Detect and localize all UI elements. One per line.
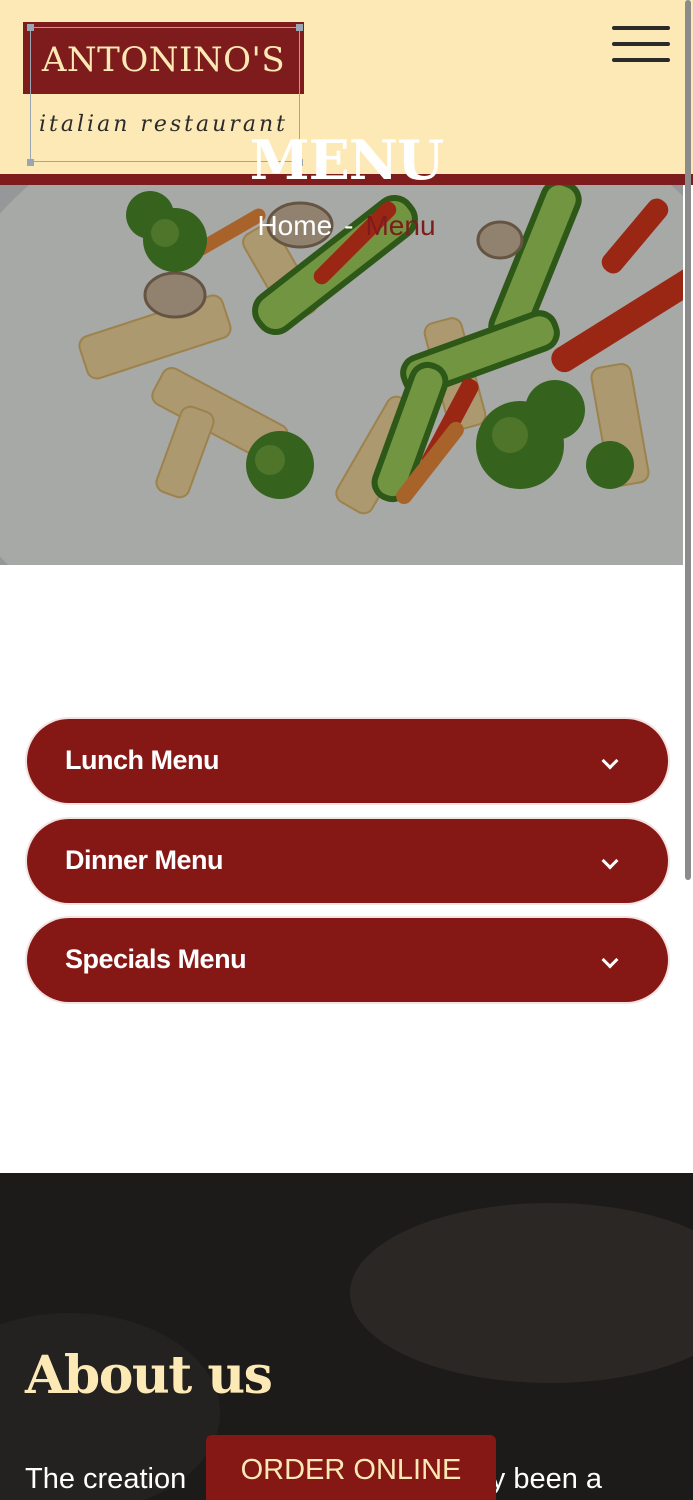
accordion-dinner-menu[interactable]: Dinner Menu [27, 819, 668, 903]
breadcrumb-current: Menu [365, 210, 436, 241]
accordion-label: Dinner Menu [65, 845, 224, 875]
breadcrumb-home-link[interactable]: Home [257, 210, 332, 241]
page-scrollbar[interactable] [683, 0, 693, 1500]
hero-overlay [0, 185, 683, 565]
chevron-down-icon [601, 752, 619, 770]
breadcrumb: Home - Menu [0, 210, 693, 242]
accordion-label: Lunch Menu [65, 745, 219, 775]
frame-handle [296, 24, 303, 31]
accordion-label: Specials Menu [65, 944, 247, 974]
about-background-shade [350, 1203, 693, 1383]
accordion-specials-menu[interactable]: Specials Menu [27, 918, 668, 1002]
frame-handle [27, 24, 34, 31]
order-online-button[interactable]: ORDER ONLINE [206, 1435, 496, 1500]
chevron-down-icon [601, 951, 619, 969]
hamburger-menu-icon[interactable] [612, 26, 670, 66]
breadcrumb-separator: - [344, 210, 354, 241]
hero-banner [0, 185, 683, 565]
about-title: About us [25, 1345, 273, 1406]
chevron-down-icon [601, 852, 619, 870]
scrollbar-thumb[interactable] [685, 0, 691, 880]
page-title: MENU [249, 128, 444, 192]
accordion-lunch-menu[interactable]: Lunch Menu [27, 719, 668, 803]
